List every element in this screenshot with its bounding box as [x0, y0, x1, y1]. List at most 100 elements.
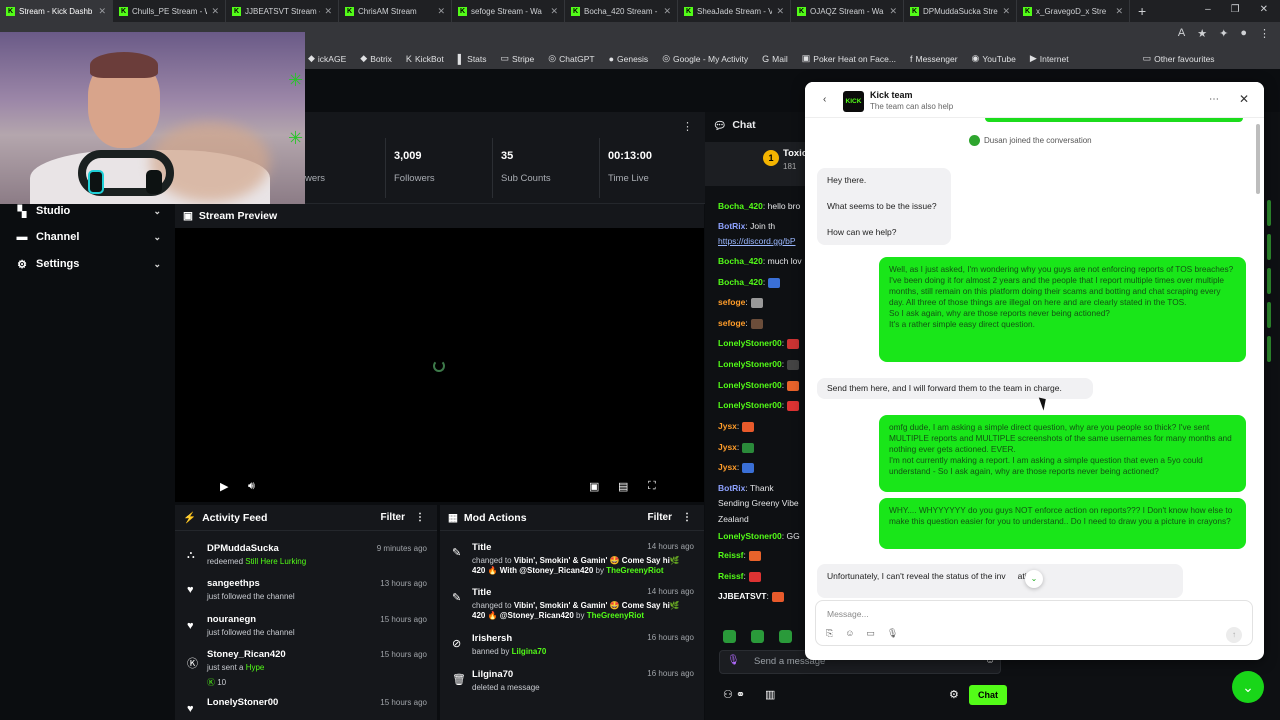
chat-message[interactable]: Sending Greeny Vibe — [718, 498, 799, 508]
new-tab-button[interactable]: + — [1130, 3, 1154, 19]
chat-message[interactable]: Zealand — [718, 514, 749, 524]
scrollbar[interactable] — [1256, 124, 1260, 194]
theater-icon[interactable]: ▤ — [618, 480, 628, 493]
sidebar-item-settings[interactable]: ⚙ Settings ⌄ — [0, 252, 175, 276]
chat-message[interactable]: LonelyStoner00: — [718, 400, 800, 411]
more-options-icon[interactable]: ⋮ — [682, 120, 693, 133]
browser-tab[interactable]: Kx_GravegoD_x Stre ✕ — [1017, 0, 1130, 22]
menu-icon[interactable]: ⋮ — [1259, 27, 1270, 40]
back-icon[interactable]: ‹ — [823, 94, 826, 105]
tab-close-icon[interactable]: ✕ — [1002, 6, 1010, 17]
bookmark-item[interactable]: K KickBot — [406, 54, 444, 64]
chat-username[interactable]: sefoge — [718, 297, 745, 307]
tab-close-icon[interactable]: ✕ — [437, 6, 445, 17]
chat-message[interactable]: Bocha_420: much lov — [718, 256, 802, 266]
tab-close-icon[interactable]: ✕ — [550, 6, 558, 17]
browser-tab[interactable]: Ksefoge Stream - Wa ✕ — [452, 0, 565, 22]
bookmark-item[interactable]: ◉ YouTube — [972, 53, 1016, 64]
chat-username[interactable]: sefoge — [718, 318, 745, 328]
bookmark-item[interactable]: ▭ Stripe — [501, 53, 535, 64]
chat-users-icon[interactable]: ⚇ ⚭ — [723, 688, 745, 701]
bookmark-item-other[interactable]: ▭ Other favourites — [1143, 53, 1215, 64]
gift-icon[interactable]: ▥ — [765, 688, 775, 701]
browser-tab[interactable]: K Bocha_420 Stream - ✕ — [565, 0, 678, 22]
chat-username[interactable]: Bocha_420 — [718, 256, 763, 266]
tab-close-icon[interactable]: ✕ — [776, 6, 784, 17]
gif-icon[interactable]: ▭ — [866, 628, 875, 639]
browser-tab[interactable]: K DPMuddaSucka Stre ✕ — [904, 0, 1017, 22]
browser-tab[interactable]: K ChrisAM Stream ✕ — [339, 0, 452, 22]
star-icon[interactable]: ★ — [1197, 27, 1207, 40]
emote-icon[interactable] — [723, 630, 736, 643]
chat-message[interactable]: Bocha_420: hello bro — [718, 201, 800, 211]
support-launcher-button[interactable]: ⌄ — [1232, 671, 1264, 703]
bookmark-item[interactable]: f Messenger — [910, 54, 958, 64]
send-chat-button[interactable]: Chat — [969, 685, 1007, 705]
chat-message[interactable]: sefoge: — [718, 318, 763, 329]
emote-icon[interactable] — [779, 630, 792, 643]
chat-message[interactable]: Reissf: — [718, 571, 761, 582]
support-compose-box[interactable]: Message... ⎘ ☺ ▭ 🎙︎ ↑ — [815, 600, 1253, 646]
fullscreen-icon[interactable]: ⛶ — [648, 480, 656, 493]
extensions-icon[interactable]: ✦ — [1219, 27, 1228, 40]
chat-username[interactable]: Jysx — [718, 442, 737, 452]
chat-message[interactable]: Reissf: — [718, 550, 761, 561]
chat-message[interactable]: JJBEATSVT: — [718, 591, 784, 602]
pinned-gift-banner[interactable]: 1 Toxic 181 — [705, 142, 805, 186]
tab-close-icon[interactable]: ✕ — [663, 6, 671, 17]
activity-item[interactable]: ♥ sangeethps just followed the channel 13 h… — [175, 576, 437, 612]
minimize-icon[interactable]: – — [1205, 4, 1211, 15]
maximize-icon[interactable]: ❐ — [1231, 4, 1240, 15]
more-options-icon[interactable]: ⋯ — [1209, 94, 1219, 105]
chat-message[interactable]: sefoge: — [718, 297, 763, 308]
browser-tab[interactable]: K OJAQZ Stream - Wa ✕ — [791, 0, 904, 22]
more-options-icon[interactable]: ⋮ — [415, 512, 425, 523]
chat-username[interactable]: LonelyStoner00 — [718, 531, 782, 541]
tab-close-icon[interactable]: ✕ — [889, 6, 897, 17]
scroll-down-icon[interactable]: ⌄ — [1025, 570, 1043, 588]
chat-link[interactable]: https://discord.gg/bP — [718, 236, 796, 246]
mic-icon[interactable]: 🎙︎ — [727, 655, 740, 666]
tab-close-icon[interactable]: ✕ — [324, 6, 332, 17]
tab-close-icon[interactable]: ✕ — [1115, 6, 1123, 17]
chat-username[interactable]: Jysx — [718, 462, 737, 472]
chat-username[interactable]: LonelyStoner00 — [718, 380, 782, 390]
bookmark-item[interactable]: ◆ Botrix — [360, 53, 392, 64]
attach-icon[interactable]: ⎘ — [826, 628, 833, 639]
chat-username[interactable]: Bocha_420 — [718, 277, 763, 287]
bookmark-item[interactable]: ◆ ickAGE — [308, 53, 346, 64]
chat-message[interactable]: Jysx: — [718, 462, 755, 473]
tab-close-icon[interactable]: ✕ — [211, 6, 219, 17]
translate-icon[interactable]: A — [1178, 27, 1185, 40]
bookmark-item[interactable]: ◎ ChatGPT — [548, 53, 594, 64]
mic-icon[interactable]: 🎙︎ — [887, 628, 898, 639]
activity-item[interactable]: ♥ nouranegn just followed the channel 15 ho… — [175, 612, 437, 648]
browser-tab[interactable]: K Chulls_PE Stream - W ✕ — [113, 0, 226, 22]
emoji-icon[interactable]: ☺ — [845, 628, 854, 639]
gear-icon[interactable]: ⚙ — [949, 688, 959, 701]
browser-tab[interactable]: K JJBEATSVT Stream - ✕ — [226, 0, 339, 22]
volume-icon[interactable]: 🔊︎ — [248, 480, 255, 493]
activity-item[interactable]: ⛬ DPMuddaSucka redeemed Still Here Lurking… — [175, 541, 437, 577]
more-options-icon[interactable]: ⋮ — [682, 512, 692, 523]
tab-close-icon[interactable]: ✕ — [98, 6, 106, 17]
activity-item[interactable]: Ⓚ Stoney_Rican420 just sent a Hype 15 hours… — [175, 647, 437, 687]
profile-icon[interactable]: ● — [1240, 27, 1247, 40]
close-window-icon[interactable]: ✕ — [1260, 4, 1268, 15]
chat-username[interactable]: BotRix — [718, 483, 745, 493]
bookmark-item[interactable]: ▶ Internet — [1030, 53, 1069, 64]
play-icon[interactable]: ▶ — [220, 480, 228, 493]
chat-username[interactable]: Reissf — [718, 571, 744, 581]
chat-username[interactable]: Bocha_420 — [718, 201, 763, 211]
chat-username[interactable]: LonelyStoner00 — [718, 359, 782, 369]
chat-username[interactable]: BotRix — [718, 221, 745, 231]
bookmark-item[interactable]: ▌ Stats — [458, 54, 487, 64]
chat-message[interactable]: https://discord.gg/bP — [718, 236, 796, 246]
chat-username[interactable]: Reissf — [718, 550, 744, 560]
send-icon[interactable]: ↑ — [1226, 627, 1242, 643]
filter-button[interactable]: Filter — [648, 512, 672, 523]
emote-icon[interactable] — [751, 630, 764, 643]
filter-button[interactable]: Filter — [381, 512, 405, 523]
activity-item[interactable]: ♥ LonelyStoner00 15 hours ago — [175, 695, 437, 720]
bookmark-item[interactable]: ▣ Poker Heat on Face... — [802, 53, 896, 64]
